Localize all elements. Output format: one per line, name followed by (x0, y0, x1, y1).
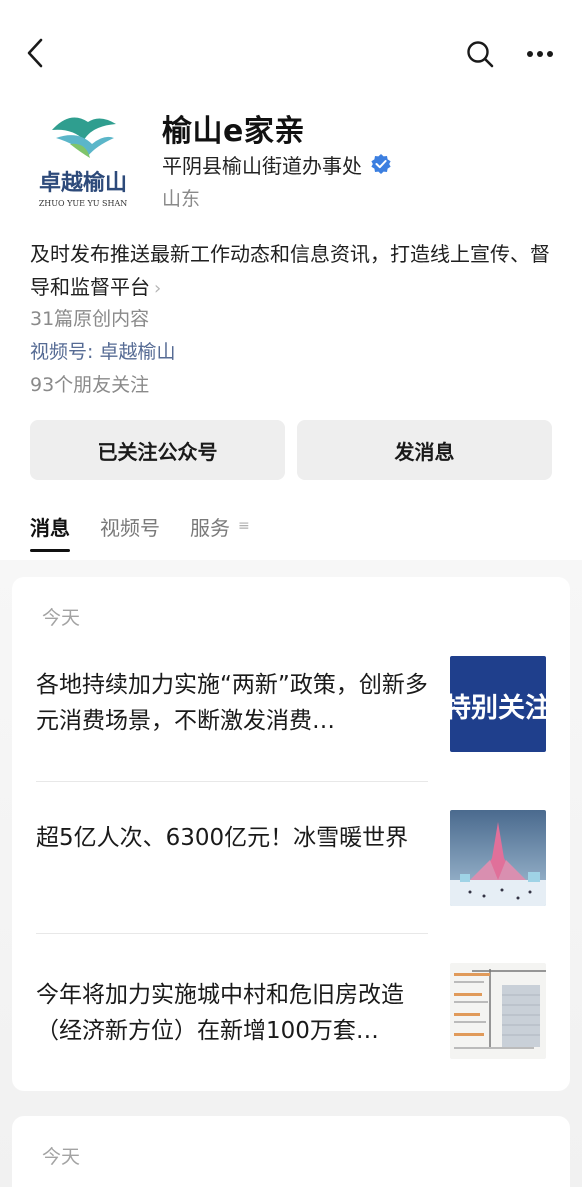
article-title: 超5亿人次、6300亿元！冰雪暖世界 (36, 825, 409, 851)
article-title: 今年将加力实施城中村和危旧房改造（经济新方位）在新增100万套… (36, 982, 404, 1044)
org-row[interactable]: 平阴县榆山街道办事处 (162, 150, 392, 178)
tab-bar: 消息 视频号 服务 ≡ (30, 512, 250, 552)
article-item[interactable]: 超5亿人次、6300亿元！冰雪暖世界 (36, 810, 546, 906)
tab-channels[interactable]: 视频号 (100, 512, 160, 552)
search-icon (467, 41, 494, 68)
day-label: 今天 (42, 1146, 81, 1168)
construction-infographic-image (454, 969, 546, 1049)
day-label: 今天 (42, 607, 81, 629)
article-thumbnail (450, 963, 546, 1059)
logo-text: 卓越榆山 (39, 170, 127, 196)
chevron-left-icon (27, 38, 43, 68)
original-count[interactable]: 31篇原创内容 (30, 304, 149, 331)
account-logo[interactable]: 卓越榆山 ZHUO YUE YU SHAN (22, 100, 144, 212)
account-name: 榆山e家亲 (162, 114, 305, 149)
description-text: 及时发布推送最新工作动态和信息资讯，打造线上宣传、督导和监督平台 (30, 242, 550, 299)
more-horizontal-icon (527, 51, 553, 57)
send-message-button[interactable]: 发消息 (297, 420, 552, 480)
back-button[interactable] (18, 34, 52, 72)
divider (36, 781, 428, 782)
message-card: 今天 (12, 1116, 570, 1187)
account-description[interactable]: 及时发布推送最新工作动态和信息资讯，打造线上宣传、督导和监督平台 › (30, 238, 560, 305)
search-button[interactable] (462, 36, 498, 72)
article-item[interactable]: 各地持续加力实施“两新”政策，创新多元消费场景，不断激发消费… 特别关注 (36, 656, 546, 752)
ice-festival-image (450, 810, 546, 906)
logo-subtext: ZHUO YUE YU SHAN (39, 199, 128, 208)
followed-button[interactable]: 已关注公众号 (30, 420, 285, 480)
channel-link[interactable]: 视频号: 卓越榆山 (30, 337, 175, 364)
org-name: 平阴县榆山街道办事处 (162, 153, 362, 178)
region-label: 山东 (162, 188, 201, 210)
menu-lines-icon: ≡ (238, 518, 250, 534)
logo-graphic: 卓越榆山 ZHUO YUE YU SHAN (39, 117, 128, 208)
verified-badge-icon (371, 154, 391, 174)
more-button[interactable] (522, 36, 558, 72)
chevron-right-icon: › (154, 278, 162, 299)
divider (36, 933, 428, 934)
tab-services[interactable]: 服务 (190, 512, 230, 552)
tab-messages[interactable]: 消息 (30, 512, 70, 552)
article-title: 各地持续加力实施“两新”政策，创新多元消费场景，不断激发消费… (36, 672, 428, 734)
top-nav-bar (0, 0, 582, 100)
message-card: 今天 各地持续加力实施“两新”政策，创新多元消费场景，不断激发消费… 特别关注 … (12, 577, 570, 1091)
friends-following[interactable]: 93个朋友关注 (30, 370, 149, 397)
article-thumbnail (450, 810, 546, 906)
article-thumbnail: 特别关注 (450, 656, 546, 752)
article-item[interactable]: 今年将加力实施城中村和危旧房改造（经济新方位）在新增100万套… (36, 963, 546, 1059)
thumbnail-text: 特别关注 (450, 693, 546, 724)
